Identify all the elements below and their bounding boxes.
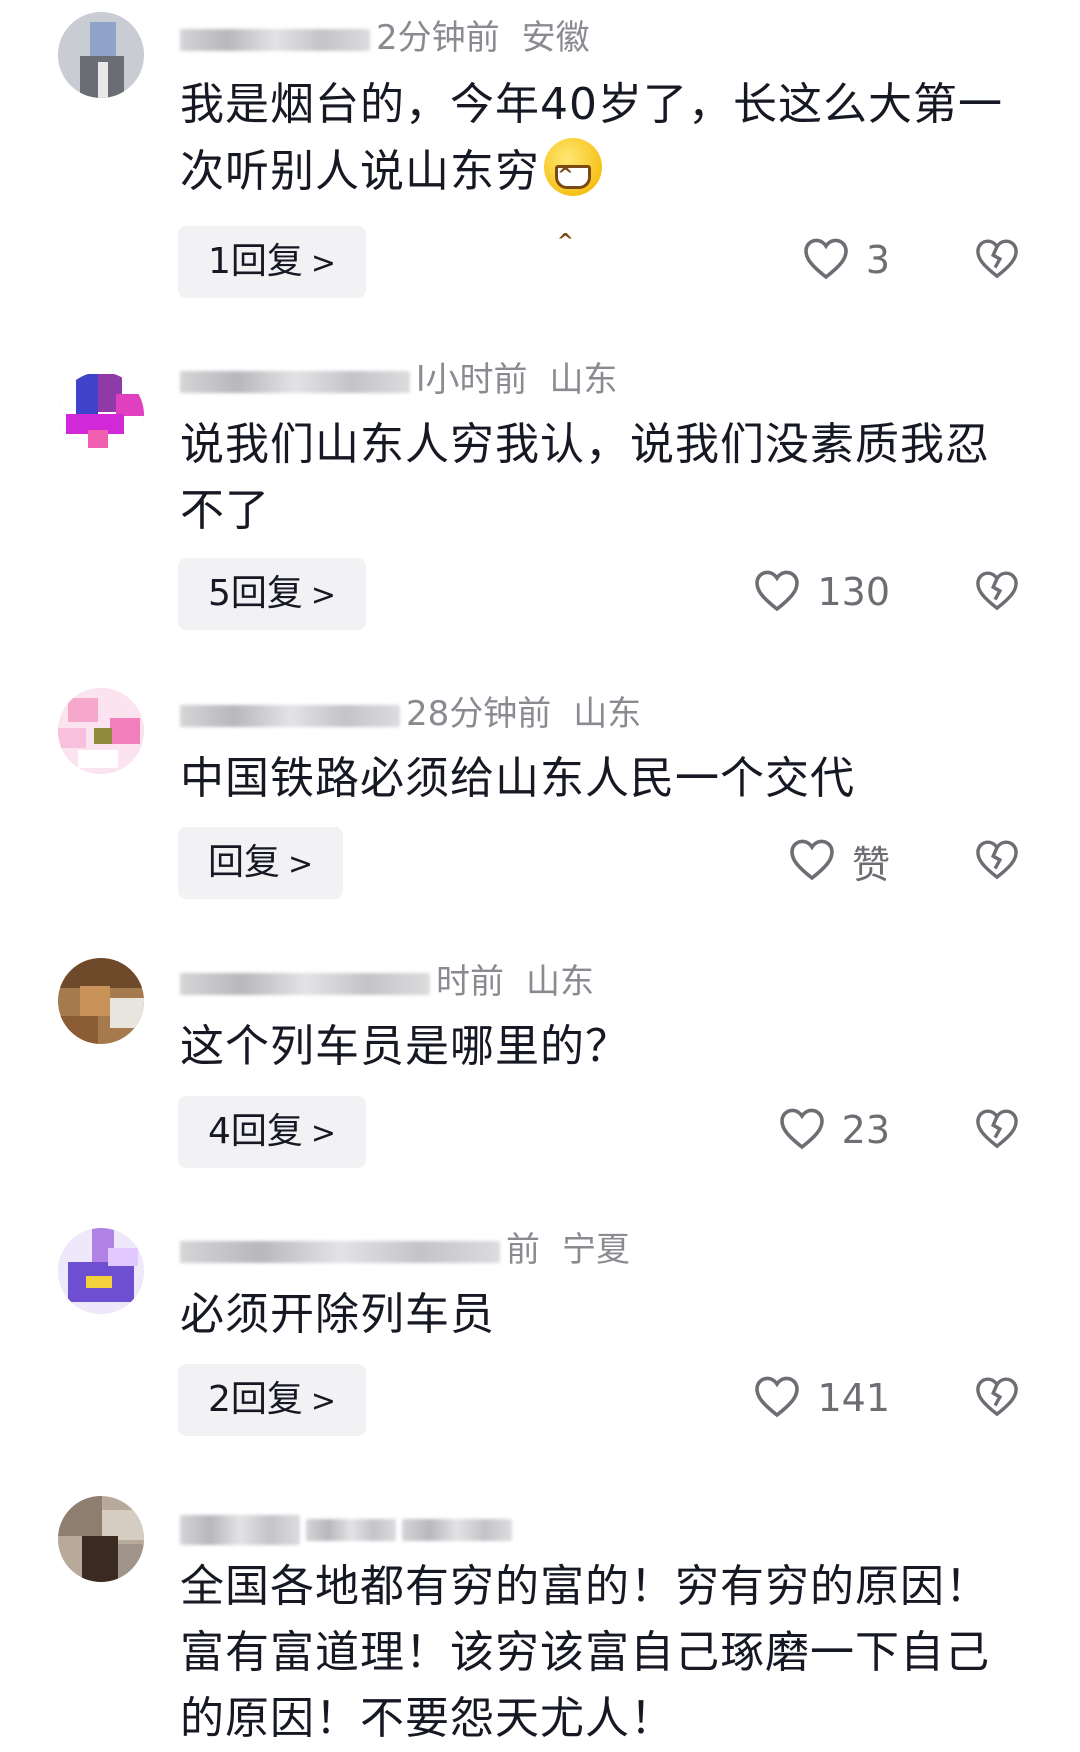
like-button[interactable]: 3 [802,224,890,296]
comment-meta: 28分钟前 山东 [180,694,900,734]
heart-outline-icon [778,1106,826,1154]
comment-meta: 时前 山东 [180,962,900,1002]
dislike-button[interactable] [974,224,1022,296]
like-button[interactable]: 141 [753,1362,890,1434]
comment-time: l小时前 [416,360,528,400]
comment-meta [180,1508,900,1548]
like-count: 130 [817,570,890,614]
username-blurred[interactable] [180,28,370,51]
like-count: 赞 [851,842,890,887]
avatar[interactable] [58,1228,144,1314]
comment-text: 这个列车员是哪里的？ [180,1021,630,1072]
dislike-button[interactable] [974,825,1022,897]
comment-time: 时前 [436,962,504,1002]
comment-location: 安徽 [521,18,590,58]
like-count: 141 [817,1376,890,1420]
comment-text: 全国各地都有穷的富的！穷有穷的原因！富有富道理！该穷该富自己琢磨一下自己的原因！… [180,1561,990,1744]
broken-heart-icon [974,1107,1020,1153]
dislike-button[interactable] [974,1094,1022,1166]
username-blurred[interactable] [180,972,430,995]
replies-button[interactable]: 回复 > [178,827,344,899]
comment-time: 2分钟前 [376,18,500,58]
username-blurred[interactable] [180,1514,300,1545]
broken-heart-icon [974,838,1020,884]
comment-time: 前 [506,1230,540,1270]
username-blurred[interactable] [402,1518,512,1541]
comment-time: 28分钟前 [406,694,552,734]
broken-heart-icon [974,569,1020,615]
comment-location: 山东 [526,962,594,1002]
comment-text: 我是烟台的，今年40岁了，长这么大第一次听别人说山东穷 [180,72,1010,274]
heart-outline-icon [753,568,801,616]
chevron-right-icon: > [310,246,337,281]
comment-text: 说我们山东人穷我认，说我们没素质我忍不了 [180,419,990,536]
chevron-right-icon: > [288,847,314,882]
comment-meta: 2分钟前 安徽 [180,18,900,58]
avatar[interactable] [58,372,144,458]
like-button[interactable]: 23 [778,1094,890,1166]
dislike-button[interactable] [974,1362,1022,1434]
replies-button[interactable]: 1回复 > [178,226,367,298]
comment-location: 山东 [573,694,642,734]
comment-location: 宁夏 [562,1230,630,1270]
like-button[interactable]: 赞 [788,825,890,897]
replies-button[interactable]: 5回复 > [178,558,367,630]
heart-outline-icon [753,1374,801,1422]
chevron-right-icon: > [310,578,337,613]
replies-button[interactable]: 2回复 > [178,1364,367,1436]
like-count: 23 [841,1108,890,1152]
heart-outline-icon [788,837,836,885]
dislike-button[interactable] [974,556,1022,628]
broken-heart-icon [974,1375,1020,1421]
replies-button[interactable]: 4回复 > [178,1096,367,1168]
chevron-right-icon: > [310,1384,337,1419]
username-blurred[interactable] [180,704,400,727]
comment-meta: l小时前 山东 [180,360,900,400]
grinning-face-icon [544,138,602,274]
avatar[interactable] [58,958,144,1044]
username-blurred[interactable] [180,1240,500,1263]
avatar[interactable] [58,688,144,774]
username-blurred[interactable] [180,370,410,393]
like-count: 3 [865,238,890,282]
comment-text: 中国铁路必须给山东人民一个交代 [180,753,855,804]
broken-heart-icon [974,237,1020,283]
comment-text: 必须开除列车员 [180,1289,495,1340]
comment-location: 山东 [549,360,618,400]
heart-outline-icon [802,236,850,284]
comment-meta: 前宁夏 [180,1230,900,1270]
like-button[interactable]: 130 [753,556,890,628]
chevron-right-icon: > [310,1116,337,1151]
avatar[interactable] [58,1496,144,1582]
username-blurred[interactable] [306,1518,396,1541]
avatar[interactable] [58,12,144,98]
